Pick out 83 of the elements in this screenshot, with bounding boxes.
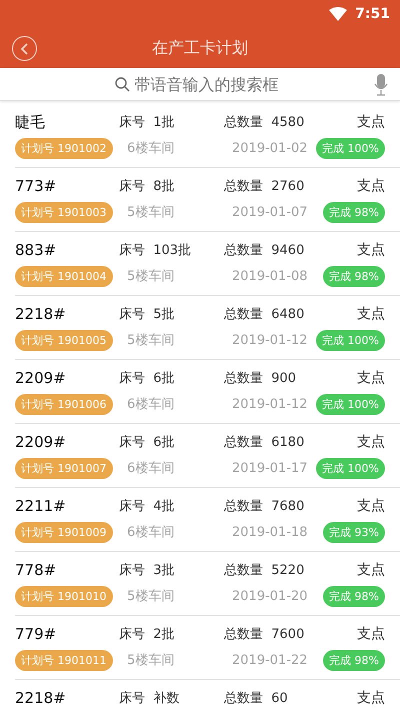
bed-number: 床号 1批: [118, 114, 176, 131]
plan-number-tag: 计划号 1901007: [15, 458, 112, 478]
bed-number: 床号 3批: [118, 562, 176, 579]
bed-number: 床号 103批: [118, 242, 192, 259]
item-name: 睫毛: [15, 112, 46, 132]
progress-tag: 完成 98%: [323, 266, 385, 286]
progress-tag: 完成 98%: [323, 650, 385, 670]
bed-number: 床号 8批: [118, 178, 176, 195]
workshop-label: 6楼车间: [126, 396, 176, 413]
total-quantity: 总数量 5220: [223, 562, 306, 579]
date-label: 2019-01-22: [231, 652, 309, 668]
bed-number: 床号 5批: [118, 306, 176, 323]
item-name: 2209#: [15, 433, 67, 451]
plan-number-tag: 计划号 1901003: [15, 202, 112, 222]
unit-label: 支点: [357, 177, 385, 195]
date-label: 2019-01-08: [231, 268, 309, 284]
total-quantity: 总数量 4580: [223, 114, 306, 131]
item-name: 2209#: [15, 369, 67, 387]
wifi-icon: [329, 7, 348, 21]
workshop-label: 5楼车间: [126, 268, 176, 285]
workshop-label: 6楼车间: [126, 140, 176, 157]
progress-tag: 完成 100%: [316, 330, 385, 350]
unit-label: 支点: [357, 369, 385, 387]
total-quantity: 总数量 6180: [223, 434, 306, 451]
date-label: 2019-01-18: [231, 524, 309, 540]
bed-number: 床号 6批: [118, 370, 176, 387]
back-icon: [20, 42, 30, 54]
workshop-label: 6楼车间: [126, 460, 176, 477]
item-name: 779#: [15, 625, 58, 643]
status-time: 7:51: [355, 6, 390, 22]
date-label: 2019-01-12: [231, 396, 309, 412]
unit-label: 支点: [357, 497, 385, 515]
total-quantity: 总数量 60: [223, 690, 289, 707]
plan-number-tag: 计划号 1901006: [15, 394, 112, 414]
item-name: 778#: [15, 561, 58, 579]
total-quantity: 总数量 900: [223, 370, 298, 387]
date-label: 2019-01-17: [231, 460, 309, 476]
unit-label: 支点: [357, 433, 385, 451]
item-name: 883#: [15, 241, 58, 259]
date-label: 2019-01-20: [231, 588, 309, 604]
date-label: 2019-01-12: [231, 332, 309, 348]
item-name: 2218#: [15, 689, 67, 707]
workshop-label: 5楼车间: [126, 204, 176, 221]
item-name: 773#: [15, 177, 58, 195]
total-quantity: 总数量 7600: [223, 626, 306, 643]
plan-number-tag: 计划号 1901005: [15, 330, 112, 350]
progress-tag: 完成 100%: [316, 394, 385, 414]
date-label: 2019-01-02: [231, 140, 309, 156]
workshop-label: 5楼车间: [126, 652, 176, 669]
date-label: 2019-01-07: [231, 204, 309, 220]
bed-number: 床号 4批: [118, 498, 176, 515]
progress-tag: 完成 98%: [323, 586, 385, 606]
total-quantity: 总数量 9460: [223, 242, 306, 259]
back-button[interactable]: [12, 36, 37, 61]
total-quantity: 总数量 6480: [223, 306, 306, 323]
progress-tag: 完成 93%: [323, 522, 385, 542]
bed-number: 床号 补数: [118, 690, 180, 707]
item-name: 2218#: [15, 305, 67, 323]
plan-number-tag: 计划号 1901009: [15, 522, 112, 542]
unit-label: 支点: [357, 625, 385, 643]
bed-number: 床号 2批: [118, 626, 176, 643]
unit-label: 支点: [357, 689, 385, 707]
progress-tag: 完成 100%: [316, 458, 385, 478]
unit-label: 支点: [357, 113, 385, 131]
bed-number: 床号 6批: [118, 434, 176, 451]
plan-number-tag: 计划号 1901004: [15, 266, 112, 286]
microphone-icon[interactable]: [374, 74, 388, 96]
plan-number-tag: 计划号 1901011: [15, 650, 112, 670]
workshop-label: 5楼车间: [126, 588, 176, 605]
total-quantity: 总数量 2760: [223, 178, 306, 195]
progress-tag: 完成 98%: [323, 202, 385, 222]
plan-number-tag: 计划号 1901010: [15, 586, 112, 606]
search-icon: [114, 76, 130, 92]
workshop-label: 5楼车间: [126, 332, 176, 349]
unit-label: 支点: [357, 561, 385, 579]
unit-label: 支点: [357, 241, 385, 259]
unit-label: 支点: [357, 305, 385, 323]
item-name: 2211#: [15, 497, 67, 515]
total-quantity: 总数量 7680: [223, 498, 306, 515]
plan-number-tag: 计划号 1901002: [15, 138, 112, 158]
workshop-label: 6楼车间: [126, 524, 176, 541]
progress-tag: 完成 100%: [316, 138, 385, 158]
page-title: 在产工卡计划: [152, 38, 248, 58]
